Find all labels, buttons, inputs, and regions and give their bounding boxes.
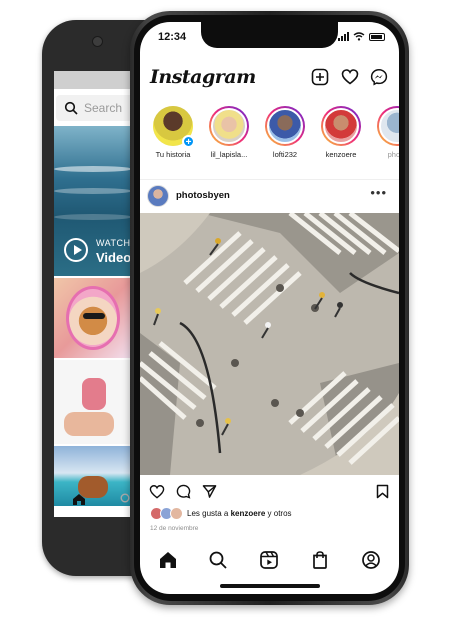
likes-suffix: y otros — [267, 509, 292, 518]
home-icon[interactable] — [158, 550, 178, 570]
story-avatar — [265, 106, 305, 146]
play-icon[interactable] — [64, 238, 88, 262]
explore-tile-ocean[interactable]: WATCH Video — [54, 126, 132, 276]
home-icon[interactable] — [72, 493, 86, 506]
camera-dot — [92, 36, 103, 47]
story-kenzoere[interactable]: kenzoere — [314, 106, 368, 159]
likes-text: Les gusta a kenzoere y otros — [187, 509, 292, 518]
add-story-icon[interactable]: + — [182, 135, 195, 148]
story-name: kenzoere — [325, 150, 357, 159]
new-post-icon[interactable] — [311, 68, 329, 86]
story-your-story[interactable]: + Tu historia — [146, 106, 200, 159]
heart-icon[interactable] — [341, 68, 359, 86]
app-header: Instagram — [140, 60, 399, 94]
story-avatar — [377, 106, 399, 146]
like-icon[interactable] — [149, 484, 165, 499]
likes-user[interactable]: kenzoere — [231, 509, 266, 518]
comment-icon[interactable] — [176, 484, 191, 499]
shop-icon[interactable] — [310, 550, 330, 570]
divider — [140, 179, 399, 180]
stories-tray: + Tu historia lil_lapisla... lofti232 ke… — [140, 106, 399, 178]
share-icon[interactable] — [202, 484, 217, 499]
story-avatar — [321, 106, 361, 146]
status-icons — [338, 32, 385, 41]
more-options-icon[interactable]: ••• — [370, 185, 387, 200]
story-avatar: + — [153, 106, 195, 148]
likes-prefix: Les gusta a — [187, 509, 229, 518]
story-avatar — [209, 106, 249, 146]
story-name: Tu historia — [155, 150, 191, 159]
post-username[interactable]: photosbyen — [176, 190, 230, 201]
story-name: lofti232 — [272, 150, 298, 159]
hand-image — [64, 412, 114, 436]
search-icon — [64, 101, 78, 115]
post-avatar[interactable] — [147, 185, 169, 207]
iphone: 12:34 Instagram + Tu historia lil_lapisl… — [130, 11, 409, 605]
wifi-icon — [353, 32, 365, 41]
story-photo[interactable]: photo — [370, 106, 399, 159]
post-date: 12 de noviembre — [150, 525, 199, 532]
dog-image — [66, 286, 120, 350]
search-icon[interactable] — [208, 550, 228, 570]
profile-icon[interactable] — [361, 550, 381, 570]
watch-label: WATCH — [96, 238, 131, 248]
aerial-crosswalk-image — [140, 213, 399, 475]
sunglasses — [83, 313, 105, 319]
instagram-logo: Instagram — [150, 66, 256, 88]
story-lofti232[interactable]: lofti232 — [258, 106, 312, 159]
post-header: photosbyen ••• — [140, 183, 399, 209]
bookmark-icon[interactable] — [376, 484, 389, 499]
messenger-icon[interactable] — [370, 68, 388, 86]
reels-icon[interactable] — [259, 550, 279, 570]
bottom-tab-bar — [140, 546, 399, 576]
instagram-screen: 12:34 Instagram + Tu historia lil_lapisl… — [140, 22, 399, 594]
explore-tile-dog[interactable] — [54, 278, 132, 358]
notch — [201, 22, 338, 48]
liker-avatar — [170, 507, 183, 520]
post-image[interactable] — [140, 213, 399, 475]
likes-row[interactable]: Les gusta a kenzoere y otros — [150, 507, 292, 520]
toy-image — [82, 378, 106, 410]
search-placeholder: Search — [84, 101, 123, 115]
status-time: 12:34 — [158, 31, 187, 43]
story-name: lil_lapisla... — [210, 150, 248, 159]
story-name: photo — [387, 150, 399, 159]
battery-icon — [369, 32, 385, 41]
home-indicator[interactable] — [220, 584, 320, 588]
explore-tile-toy[interactable] — [54, 360, 132, 444]
video-label: Video — [96, 250, 132, 265]
story-lil-lapisla[interactable]: lil_lapisla... — [202, 106, 256, 159]
signal-icon — [338, 32, 349, 41]
post-actions — [140, 481, 399, 503]
